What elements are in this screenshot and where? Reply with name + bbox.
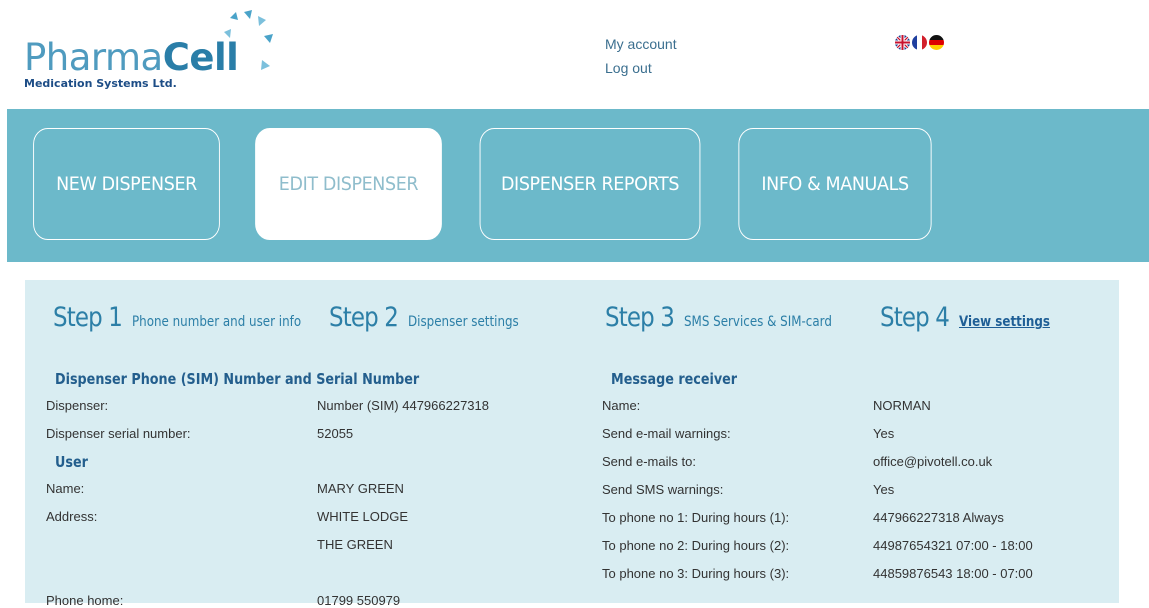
user-phone-label: Phone home: — [46, 593, 124, 608]
receiver-label: Send SMS warnings: — [602, 482, 724, 497]
user-address-line2: THE GREEN — [317, 537, 393, 552]
user-name-value: MARY GREEN — [317, 481, 404, 496]
de-flag-icon[interactable] — [929, 35, 944, 50]
dispenser-section-title: Dispenser Phone (SIM) Number and Serial … — [55, 370, 420, 388]
user-name-label: Name: — [46, 481, 85, 496]
step-3[interactable]: Step 3 SMS Services & SIM-card — [605, 302, 858, 333]
my-account-link[interactable]: My account — [605, 32, 677, 56]
receiver-label: To phone no 3: During hours (3): — [602, 566, 790, 581]
user-phone-value: 01799 550979 — [317, 593, 401, 608]
step-2[interactable]: Step 2 Dispenser settings — [329, 302, 539, 333]
receiver-label: Name: — [602, 398, 641, 413]
serial-label: Dispenser serial number: — [46, 426, 191, 441]
main-nav: NEW DISPENSER EDIT DISPENSER DISPENSER R… — [7, 109, 1149, 262]
receiver-label: To phone no 2: During hours (2): — [602, 538, 790, 553]
receiver-value: 447966227318 Always — [873, 510, 1004, 525]
logo-wordmark: PharmaCell — [24, 36, 239, 79]
language-selector — [895, 35, 944, 50]
uk-flag-icon[interactable] — [895, 35, 910, 50]
nav-info-manuals[interactable]: INFO & MANUALS — [738, 128, 932, 240]
receiver-label: Send e-mails to: — [602, 454, 696, 469]
receiver-label: To phone no 1: During hours (1): — [602, 510, 790, 525]
receiver-value: 44859876543 18:00 - 07:00 — [873, 566, 1033, 581]
receiver-value: 44987654321 07:00 - 18:00 — [873, 538, 1033, 553]
receiver-value: NORMAN — [873, 398, 931, 413]
log-out-link[interactable]: Log out — [605, 56, 677, 80]
receiver-label: Send e-mail warnings: — [602, 426, 731, 441]
pharmacell-logo[interactable]: PharmaCell Medication Systems Ltd. — [24, 8, 274, 98]
receiver-value: Yes — [873, 482, 895, 497]
user-address-label: Address: — [46, 509, 98, 524]
logo-tagline: Medication Systems Ltd. — [24, 77, 177, 90]
step-1[interactable]: Step 1 Phone number and user info — [53, 302, 331, 333]
user-address-line1: WHITE LODGE — [317, 509, 409, 524]
serial-value: 52055 — [317, 426, 354, 441]
receiver-section-title: Message receiver — [611, 370, 738, 388]
dispenser-label: Dispenser: — [46, 398, 109, 413]
user-section-title: User — [55, 453, 88, 471]
step-4[interactable]: Step 4 View settings — [880, 302, 1066, 333]
fr-flag-icon[interactable] — [912, 35, 927, 50]
nav-edit-dispenser[interactable]: EDIT DISPENSER — [255, 128, 442, 240]
nav-new-dispenser[interactable]: NEW DISPENSER — [33, 128, 220, 240]
account-links: My account Log out — [605, 32, 677, 80]
nav-dispenser-reports[interactable]: DISPENSER REPORTS — [479, 128, 701, 240]
dispenser-value: Number (SIM) 447966227318 — [317, 398, 489, 413]
receiver-value: office@pivotell.co.uk — [873, 454, 993, 469]
view-settings-link[interactable]: View settings — [959, 314, 1050, 330]
receiver-value: Yes — [873, 426, 895, 441]
